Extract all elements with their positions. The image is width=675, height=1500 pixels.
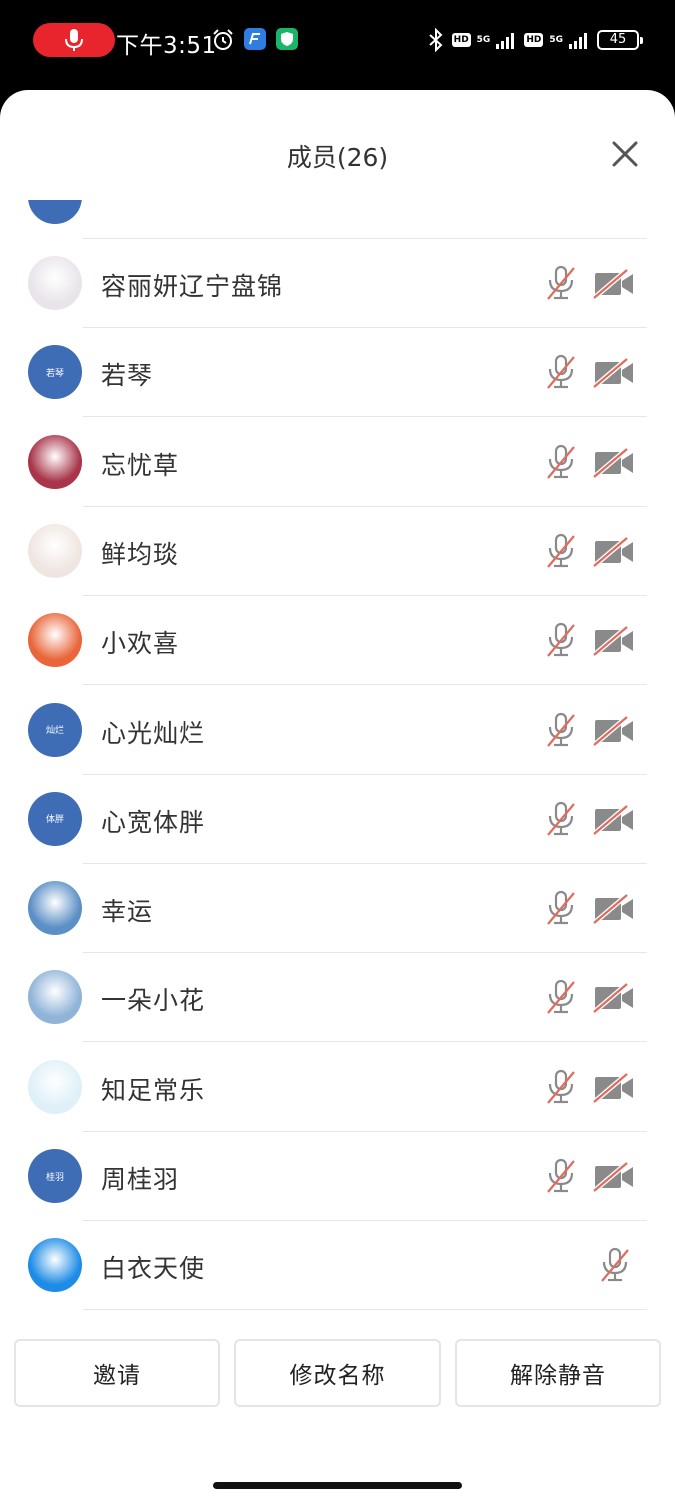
- avatar-initials: 若琴: [45, 368, 64, 379]
- camera-off-icon[interactable]: [593, 1162, 635, 1192]
- member-row[interactable]: 小欢喜: [0, 596, 675, 686]
- member-name: 幸运: [101, 897, 154, 927]
- unmute-all-button[interactable]: 解除静音: [455, 1339, 661, 1407]
- member-row[interactable]: 白衣天使: [0, 1221, 675, 1311]
- members-sheet: 成员(26) 容丽妍辽宁盘锦 若琴 若琴 忘忧草 鲜均琰 小欢喜 灿烂 心光灿烂…: [0, 90, 675, 1500]
- member-name: 若琴: [101, 361, 154, 391]
- camera-off-icon[interactable]: [593, 447, 635, 478]
- avatar: [28, 970, 82, 1025]
- member-row[interactable]: 一朵小花: [0, 953, 675, 1043]
- member-row[interactable]: 灿烂 心光灿烂: [0, 686, 675, 775]
- mic-muted-icon[interactable]: [544, 890, 578, 926]
- avatar: [28, 881, 82, 936]
- mic-muted-icon[interactable]: [544, 979, 578, 1015]
- home-indicator[interactable]: [213, 1482, 462, 1489]
- invite-button[interactable]: 邀请: [14, 1339, 220, 1407]
- member-row[interactable]: 体胖 心宽体胖: [0, 775, 675, 864]
- member-name: 知足常乐: [101, 1075, 206, 1105]
- member-list[interactable]: 容丽妍辽宁盘锦 若琴 若琴 忘忧草 鲜均琰 小欢喜 灿烂 心光灿烂 体胖 心宽体…: [0, 200, 675, 1312]
- member-row[interactable]: 知足常乐: [0, 1043, 675, 1132]
- camera-off-icon[interactable]: [593, 983, 635, 1014]
- security-shield-icon: [276, 28, 298, 50]
- avatar: [28, 1238, 82, 1293]
- camera-off-icon[interactable]: [593, 1072, 635, 1103]
- member-row[interactable]: 桂羽 周桂羽: [0, 1132, 675, 1221]
- hd-badge-2: HD: [524, 33, 544, 47]
- divider: [83, 1309, 647, 1311]
- network-type: 5G: [476, 35, 491, 45]
- status-time: 下午3:51: [116, 33, 217, 59]
- member-name: 一朵小花: [101, 986, 206, 1016]
- member-name: 心光灿烂: [101, 718, 206, 748]
- mic-muted-icon[interactable]: [544, 622, 578, 658]
- member-row[interactable]: 容丽妍辽宁盘锦: [0, 239, 675, 328]
- camera-off-icon[interactable]: [593, 626, 635, 657]
- bluetooth-icon: [428, 28, 443, 52]
- mic-muted-icon[interactable]: [544, 1158, 578, 1194]
- signal-icon-2: [569, 33, 587, 49]
- mic-muted-icon[interactable]: [544, 354, 578, 390]
- mic-muted-icon[interactable]: [544, 801, 578, 837]
- member-name: 白衣天使: [101, 1254, 206, 1284]
- camera-off-icon[interactable]: [593, 715, 635, 746]
- status-indicators: HD 5G HD 5G 45: [426, 25, 643, 55]
- mic-muted-icon[interactable]: [544, 533, 578, 569]
- close-icon[interactable]: [611, 140, 639, 168]
- mic-muted-icon[interactable]: [544, 712, 578, 748]
- camera-off-icon[interactable]: [593, 358, 635, 389]
- sheet-title: 成员(26): [286, 143, 389, 172]
- member-row[interactable]: 忘忧草: [0, 418, 675, 507]
- app-notification-icon: [244, 28, 266, 50]
- network-type-2: 5G: [549, 35, 563, 45]
- signal-icon: [496, 33, 515, 49]
- hd-badge: HD: [451, 33, 471, 47]
- battery-indicator: 45: [597, 30, 643, 50]
- member-row[interactable]: 鲜均琰: [0, 507, 675, 596]
- camera-off-icon[interactable]: [593, 269, 635, 299]
- camera-off-icon[interactable]: [593, 894, 635, 925]
- alarm-icon: [213, 29, 233, 50]
- avatar: 灿烂: [28, 702, 82, 757]
- microphone-icon: [65, 29, 83, 51]
- mic-muted-icon[interactable]: [544, 444, 578, 480]
- avatar: 若琴: [28, 345, 82, 400]
- member-name: 小欢喜: [101, 629, 180, 659]
- member-name: 容丽妍辽宁盘锦: [101, 272, 284, 301]
- mic-muted-icon[interactable]: [544, 1069, 578, 1105]
- avatar: 桂羽: [28, 1149, 82, 1203]
- member-name: 周桂羽: [101, 1165, 180, 1194]
- avatar: 体胖: [28, 791, 82, 846]
- avatar-initials: 灿烂: [45, 726, 64, 736]
- avatar-initials: 桂羽: [45, 1172, 64, 1183]
- avatar-initials: 体胖: [45, 815, 64, 826]
- rename-button[interactable]: 修改名称: [234, 1339, 441, 1407]
- member-name: 忘忧草: [101, 450, 180, 480]
- member-row[interactable]: 若琴 若琴: [0, 328, 675, 418]
- avatar: [28, 1059, 82, 1114]
- status-bar: 下午3:51 HD 5G HD 5G 45: [0, 0, 675, 90]
- member-row[interactable]: 幸运: [0, 864, 675, 954]
- avatar: [28, 434, 82, 489]
- camera-off-icon[interactable]: [593, 804, 635, 835]
- avatar: [28, 613, 82, 668]
- mic-muted-icon[interactable]: [598, 1247, 632, 1283]
- member-name: 心宽体胖: [101, 807, 206, 837]
- camera-off-icon[interactable]: [593, 536, 635, 567]
- avatar: [28, 256, 82, 310]
- mic-muted-icon[interactable]: [544, 265, 578, 301]
- avatar: [28, 523, 82, 578]
- recording-indicator[interactable]: [33, 23, 115, 57]
- member-name: 鲜均琰: [101, 539, 180, 569]
- avatar: [28, 200, 82, 224]
